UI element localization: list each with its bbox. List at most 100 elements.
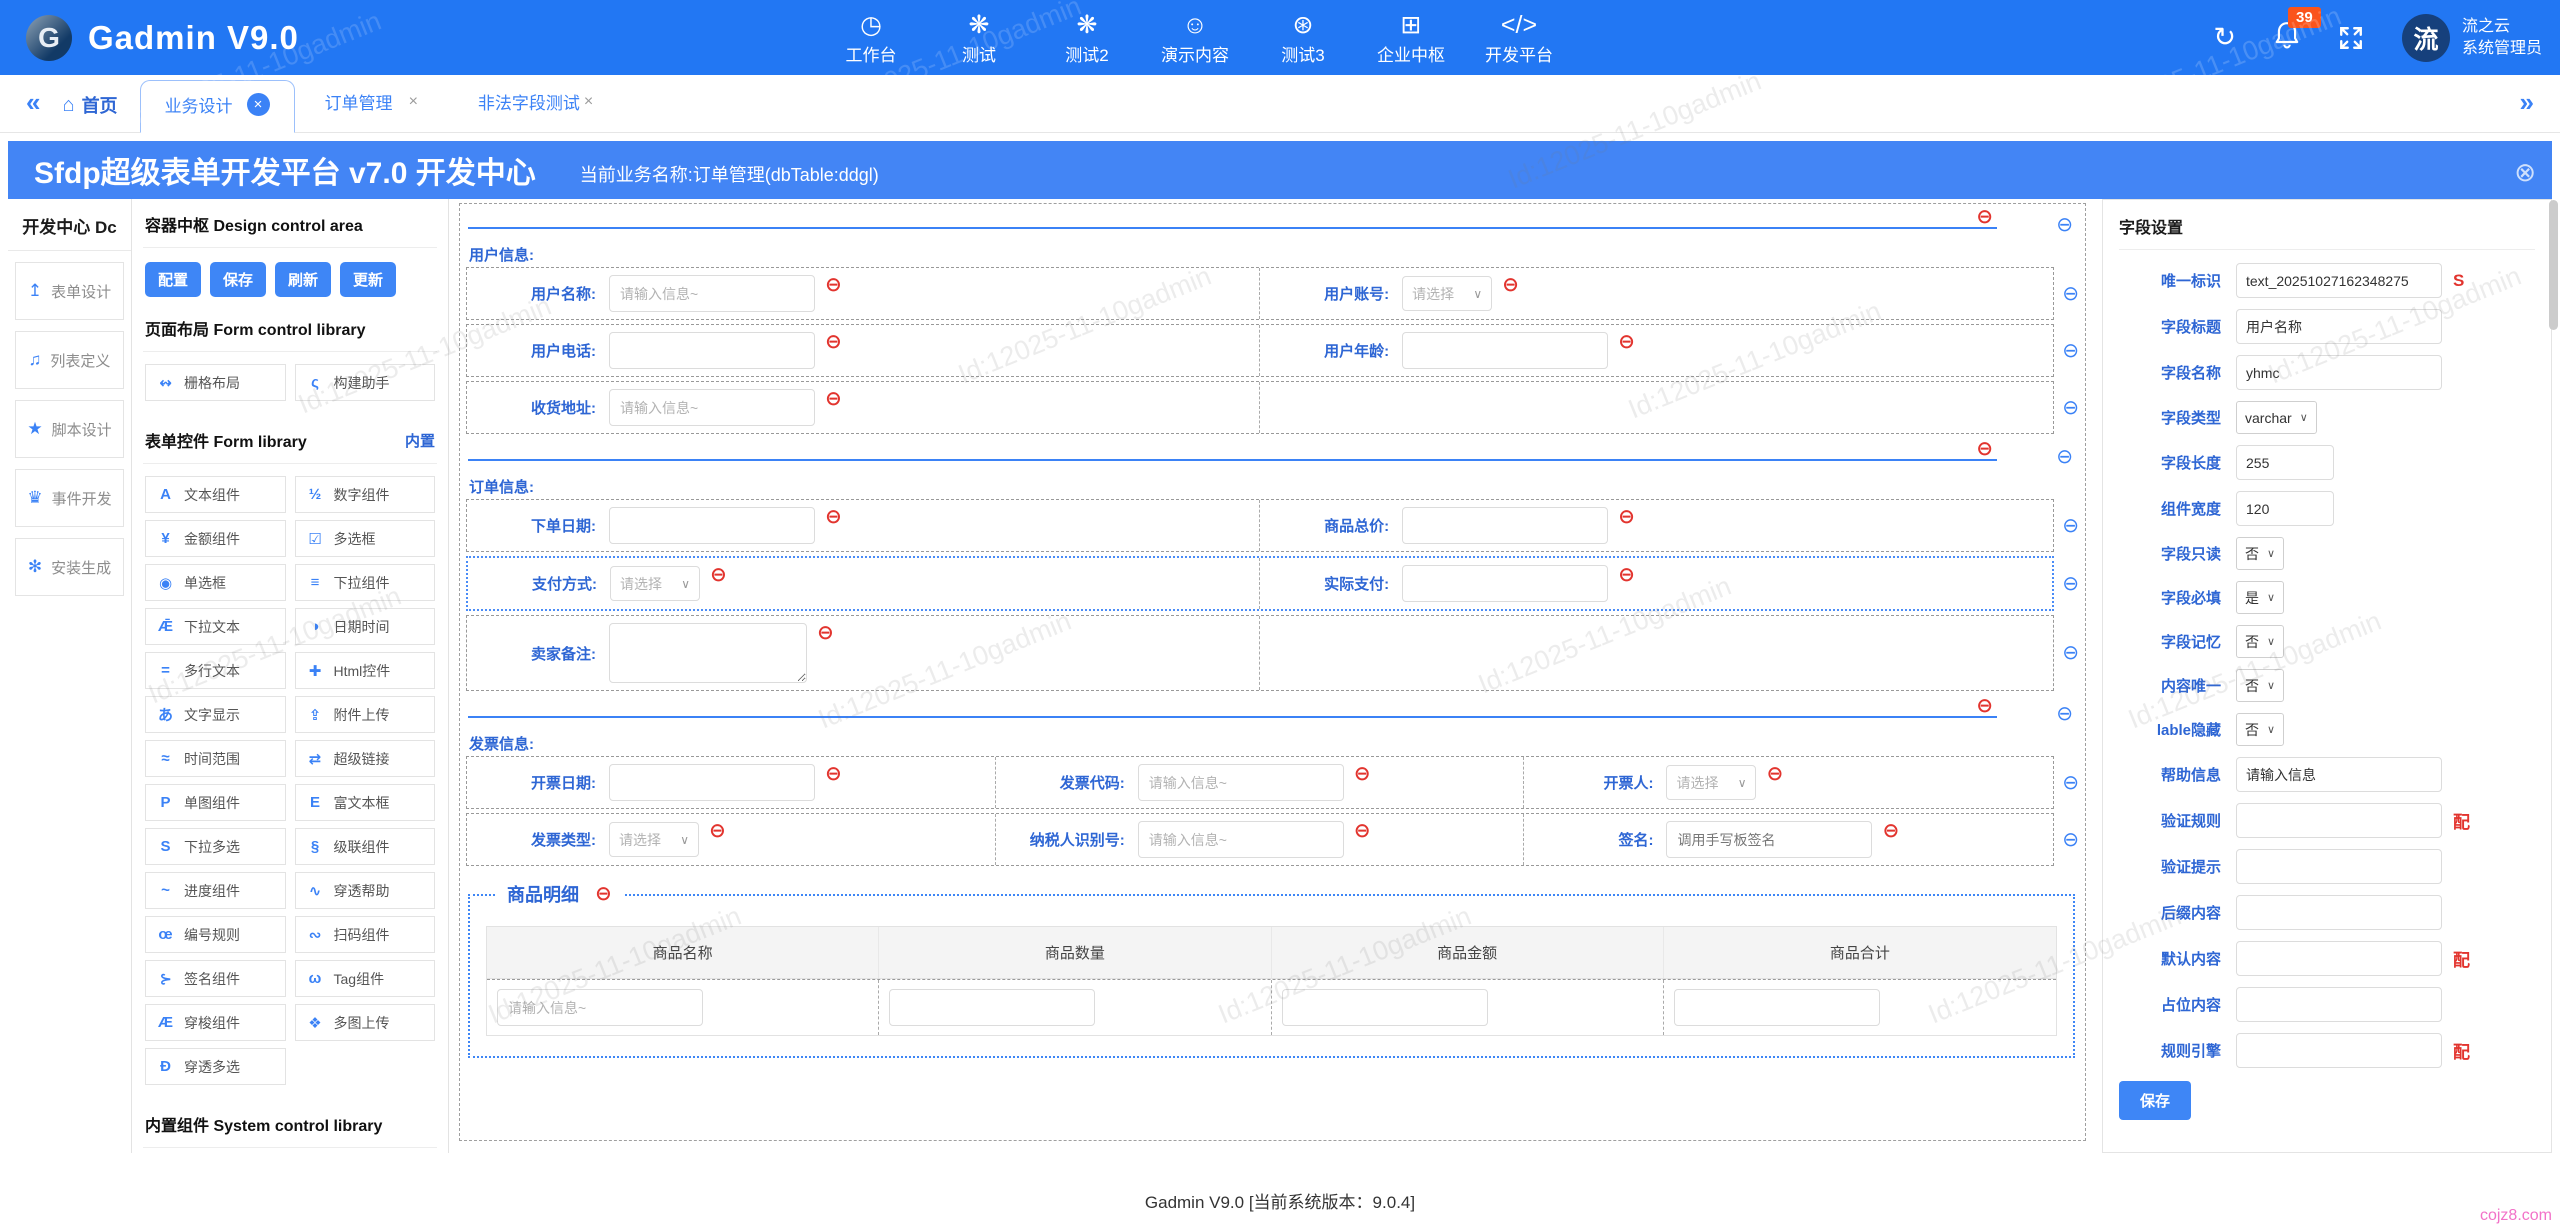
validate-rule-input[interactable] xyxy=(2236,803,2442,838)
field-seller-note[interactable]: 卖家备注: ⊖ xyxy=(467,616,1260,690)
field-signature[interactable]: 签名: ⊖ xyxy=(1524,814,2053,865)
unique-content-select[interactable]: 否 ∨ xyxy=(2236,669,2284,702)
placeholder-content-input[interactable] xyxy=(2236,987,2442,1022)
remove-field-icon[interactable]: ⊖ xyxy=(1618,332,1635,352)
remove-field-icon[interactable]: ⊖ xyxy=(1502,275,1519,295)
config-button[interactable]: 配置 xyxy=(145,262,201,297)
field-invoice-type[interactable]: 发票类型: 请选择 ∨ ⊖ xyxy=(467,814,996,865)
component-width-input[interactable] xyxy=(2236,491,2334,526)
pay-method-select[interactable]: 请选择 ∨ xyxy=(610,566,700,601)
product-name-input[interactable] xyxy=(497,989,703,1026)
field-account[interactable]: 用户账号: 请选择 ∨ ⊖ xyxy=(1260,268,2053,319)
remove-line-icon[interactable]: ⊖ xyxy=(1976,439,1993,459)
remove-row-icon[interactable]: ⊖ xyxy=(2056,215,2073,235)
component-numbering-rule[interactable]: œ编号规则 xyxy=(145,916,286,953)
field-actual-pay[interactable]: 实际支付: ⊖ xyxy=(1260,558,2052,609)
row-cells[interactable]: 支付方式: 请选择 ∨ ⊖ 实际支付: ⊖ xyxy=(466,556,2054,611)
detail-cell-total[interactable] xyxy=(1664,980,2056,1035)
signature-input[interactable] xyxy=(1666,821,1872,858)
tab-business-design[interactable]: 业务设计 × xyxy=(140,80,295,133)
component-progress[interactable]: ~进度组件 xyxy=(145,872,286,909)
remove-field-icon[interactable]: ⊖ xyxy=(1618,507,1635,527)
user-menu[interactable]: 流 流之云 系统管理员 xyxy=(2402,14,2542,62)
row-cells[interactable]: 用户电话: ⊖ 用户年龄: ⊖ xyxy=(466,324,2054,377)
label-hidden-select[interactable]: 否 ∨ xyxy=(2236,713,2284,746)
field-invoice-date[interactable]: 开票日期: ⊖ xyxy=(467,757,996,808)
designer-close-icon[interactable]: ⊗ xyxy=(2514,157,2536,188)
username-input[interactable] xyxy=(609,275,815,312)
remove-field-icon[interactable]: ⊖ xyxy=(710,565,727,585)
remove-row-icon[interactable]: ⊖ xyxy=(2062,516,2079,536)
remove-row-icon[interactable]: ⊖ xyxy=(2062,284,2079,304)
component-tag[interactable]: ωTag组件 xyxy=(295,960,436,997)
remove-field-icon[interactable]: ⊖ xyxy=(1354,764,1371,784)
component-datetime[interactable]: ◑日期时间 xyxy=(295,608,436,645)
field-save-button[interactable]: 保存 xyxy=(2119,1081,2191,1120)
total-price-input[interactable] xyxy=(1402,507,1608,544)
remove-field-icon[interactable]: ⊖ xyxy=(825,275,842,295)
fs-config-link[interactable]: 配 xyxy=(2453,1038,2470,1063)
remove-field-icon[interactable]: ⊖ xyxy=(825,764,842,784)
component-multiline-text[interactable]: =多行文本 xyxy=(145,652,286,689)
remove-field-icon[interactable]: ⊖ xyxy=(1882,821,1899,841)
tab-order-management[interactable]: 订单管理 × xyxy=(309,89,434,114)
logo[interactable]: G Gadmin V9.0 xyxy=(0,15,400,61)
remove-field-icon[interactable]: ⊖ xyxy=(825,332,842,352)
builtin-link[interactable]: 内置 xyxy=(405,430,435,451)
component-single-image[interactable]: P单图组件 xyxy=(145,784,286,821)
rule-engine-input[interactable] xyxy=(2236,1033,2442,1068)
group-line[interactable] xyxy=(468,227,1997,229)
tab-close-icon[interactable]: × xyxy=(409,93,418,111)
field-invoice-person[interactable]: 开票人: 请选择 ∨ ⊖ xyxy=(1524,757,2053,808)
memory-select[interactable]: 否 ∨ xyxy=(2236,625,2284,658)
tabs-scroll-left-icon[interactable]: « xyxy=(20,87,46,132)
component-dropdown-text[interactable]: Ǣ下拉文本 xyxy=(145,608,286,645)
component-attachment-upload[interactable]: ⇪附件上传 xyxy=(295,696,436,733)
menu-item-test[interactable]: ❋ 测试 xyxy=(933,9,1025,66)
tabs-scroll-right-icon[interactable]: » xyxy=(2514,87,2540,132)
fs-config-link[interactable]: 配 xyxy=(2453,808,2470,833)
tab-illegal-field-test[interactable]: 非法字段测试 × xyxy=(462,89,609,114)
fs-config-link[interactable]: 配 xyxy=(2453,946,2470,971)
component-grid-layout[interactable]: ↭ 栅格布局 xyxy=(145,364,286,401)
phone-input[interactable] xyxy=(609,332,815,369)
field-pay-method[interactable]: 支付方式: 请选择 ∨ ⊖ xyxy=(468,558,1260,609)
sidebar-item-script-design[interactable]: ★ 脚本设计 xyxy=(15,400,124,458)
remove-field-icon[interactable]: ⊖ xyxy=(1766,764,1783,784)
component-multi-select[interactable]: S下拉多选 xyxy=(145,828,286,865)
component-text-display[interactable]: あ文字显示 xyxy=(145,696,286,733)
tab-close-icon[interactable]: × xyxy=(247,93,270,116)
update-button[interactable]: 更新 xyxy=(340,262,396,297)
remove-row-icon[interactable]: ⊖ xyxy=(2056,447,2073,467)
field-address[interactable]: 收货地址: ⊖ xyxy=(467,382,1260,433)
menu-item-demo[interactable]: ☺ 演示内容 xyxy=(1149,9,1241,66)
invoice-date-input[interactable] xyxy=(609,764,815,801)
scrollbar-thumb[interactable] xyxy=(2549,200,2558,330)
component-cascade[interactable]: §级联组件 xyxy=(295,828,436,865)
tab-home[interactable]: ⌂ 首页 xyxy=(62,92,117,118)
actual-pay-input[interactable] xyxy=(1402,565,1608,602)
product-total-input[interactable] xyxy=(1674,989,1880,1026)
detail-cell-name[interactable] xyxy=(487,980,879,1035)
component-dropdown[interactable]: ≡下拉组件 xyxy=(295,564,436,601)
group-line[interactable] xyxy=(468,716,1997,718)
field-phone[interactable]: 用户电话: ⊖ xyxy=(467,325,1260,376)
component-drill-help[interactable]: ∿穿透帮助 xyxy=(295,872,436,909)
tab-close-icon[interactable]: × xyxy=(584,93,593,111)
field-age[interactable]: 用户年龄: ⊖ xyxy=(1260,325,2053,376)
row-cells[interactable]: 下单日期: ⊖ 商品总价: ⊖ xyxy=(466,499,2054,552)
refresh-button[interactable]: 刷新 xyxy=(275,262,331,297)
invoice-type-select[interactable]: 请选择 ∨ xyxy=(609,822,699,857)
component-radio[interactable]: ◉单选框 xyxy=(145,564,286,601)
validate-hint-input[interactable] xyxy=(2236,849,2442,884)
default-content-input[interactable] xyxy=(2236,941,2442,976)
group-line[interactable] xyxy=(468,459,1997,461)
row-cells[interactable]: 收货地址: ⊖ xyxy=(466,381,2054,434)
refresh-icon[interactable]: ↻ xyxy=(2213,24,2236,51)
field-taxpayer-id[interactable]: 纳税人识别号: ⊖ xyxy=(996,814,1525,865)
notification-bell[interactable]: 39 xyxy=(2274,21,2300,54)
component-drill-multi-select[interactable]: Đ穿透多选 xyxy=(145,1048,286,1085)
account-select[interactable]: 请选择 ∨ xyxy=(1402,276,1492,311)
remove-row-icon[interactable]: ⊖ xyxy=(2056,704,2073,724)
field-name-input[interactable] xyxy=(2236,355,2442,390)
